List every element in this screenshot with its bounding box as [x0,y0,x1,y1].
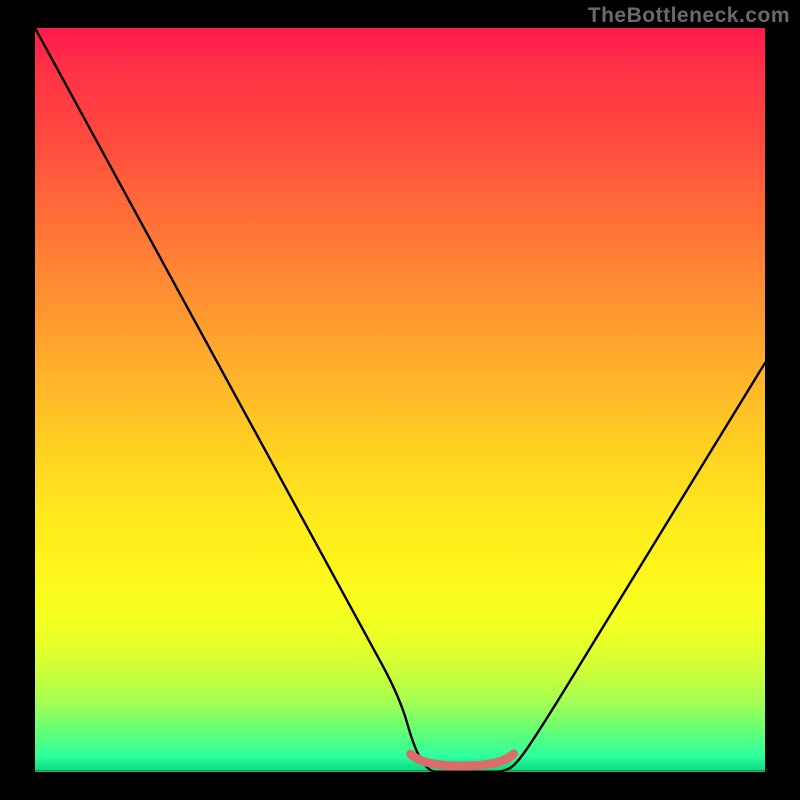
chart-frame: TheBottleneck.com [0,0,800,800]
bottleneck-curve [35,28,765,772]
curve-layer [35,28,765,772]
watermark-text: TheBottleneck.com [588,4,790,28]
plot-area [35,28,765,772]
optimal-range-marker [411,754,514,766]
